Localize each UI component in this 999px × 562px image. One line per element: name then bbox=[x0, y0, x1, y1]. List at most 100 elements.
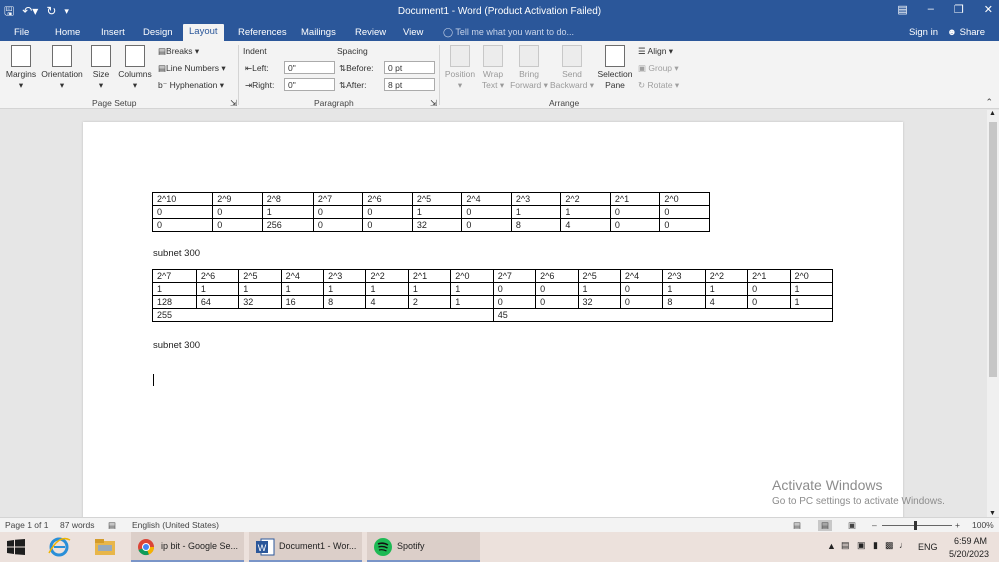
indent-left-input[interactable]: 0" bbox=[284, 61, 335, 74]
close-icon[interactable]: ✕ bbox=[984, 3, 993, 16]
table-cell[interactable]: 0 bbox=[151, 205, 214, 219]
table-cell[interactable]: 2^8 bbox=[261, 192, 314, 206]
table-cell[interactable]: 2^2 bbox=[704, 269, 749, 283]
table-cell[interactable]: 2^0 bbox=[450, 269, 494, 283]
zoom-in-icon[interactable]: + bbox=[955, 520, 960, 530]
paragraph-subnet-2[interactable]: subnet 300 bbox=[153, 340, 200, 351]
table-cell[interactable]: 0 bbox=[492, 295, 537, 309]
rotate-button[interactable]: ↻ Rotate ▾ bbox=[638, 80, 679, 91]
table-cell[interactable]: 0 bbox=[461, 205, 512, 219]
document-page[interactable]: 2^10 2^9 2^8 2^7 2^6 2^5 2^4 2^3 2^2 2^1… bbox=[83, 122, 903, 517]
bring-forward-button[interactable]: Bring Forward ▾ bbox=[508, 45, 550, 91]
tab-layout[interactable]: Layout bbox=[183, 24, 224, 41]
table-cell[interactable]: 1 bbox=[789, 282, 834, 296]
breaks-button[interactable]: ▤Breaks ▾ bbox=[158, 46, 199, 57]
line-numbers-button[interactable]: ▤Line Numbers ▾ bbox=[158, 63, 226, 74]
table-cell[interactable]: 256 bbox=[261, 218, 314, 232]
table-cell[interactable]: 0 bbox=[212, 218, 263, 232]
table-cell[interactable]: 2^5 bbox=[577, 269, 621, 283]
table-cell[interactable]: 8 bbox=[662, 295, 706, 309]
table-cell[interactable]: 1 bbox=[238, 282, 282, 296]
table-cell[interactable]: 2^6 bbox=[535, 269, 579, 283]
table-cell[interactable]: 2^3 bbox=[323, 269, 367, 283]
paragraph-subnet-1[interactable]: subnet 300 bbox=[153, 248, 200, 259]
taskbar-spotify-button[interactable]: Spotify bbox=[367, 532, 480, 562]
table-cell[interactable]: 0 bbox=[747, 282, 791, 296]
table-cell[interactable]: 0 bbox=[609, 218, 661, 232]
share-button[interactable]: ☻ Share bbox=[947, 27, 985, 38]
table-cell[interactable]: 128 bbox=[152, 295, 197, 309]
scroll-down-icon[interactable]: ▼ bbox=[989, 510, 996, 517]
language-indicator[interactable]: English (United States) bbox=[132, 520, 219, 530]
table-cell[interactable]: 2^4 bbox=[280, 269, 325, 283]
table-cell[interactable]: 1 bbox=[450, 282, 494, 296]
page-setup-launcher-icon[interactable]: ⇲ bbox=[230, 98, 237, 109]
table-cell[interactable]: 0 bbox=[362, 205, 413, 219]
table-cell[interactable]: 2^3 bbox=[662, 269, 706, 283]
table-cell[interactable]: 0 bbox=[312, 205, 364, 219]
table-cell[interactable]: 1 bbox=[407, 282, 452, 296]
sign-in-link[interactable]: Sign in bbox=[909, 27, 938, 38]
input-language[interactable]: ENG bbox=[918, 542, 938, 552]
table-cell[interactable]: 1 bbox=[195, 282, 240, 296]
table-cell[interactable]: 2^7 bbox=[152, 269, 197, 283]
table-cell[interactable]: 0 bbox=[619, 295, 664, 309]
network-icon[interactable]: ▤ bbox=[841, 540, 850, 551]
table-cell[interactable]: 4 bbox=[560, 218, 611, 232]
wrap-text-button[interactable]: Wrap Text ▾ bbox=[478, 45, 508, 91]
table-cell[interactable]: 2^1 bbox=[407, 269, 452, 283]
table-cell[interactable]: 2^6 bbox=[195, 269, 240, 283]
page-count[interactable]: Page 1 of 1 bbox=[5, 520, 48, 530]
ribbon-display-options-icon[interactable]: ▤ bbox=[897, 3, 907, 16]
tab-insert[interactable]: Insert bbox=[101, 27, 125, 38]
word-count[interactable]: 87 words bbox=[60, 520, 95, 530]
tab-references[interactable]: References bbox=[238, 27, 287, 38]
table-cell[interactable]: 0 bbox=[212, 205, 263, 219]
size-button[interactable]: Size ▾ bbox=[90, 45, 112, 91]
table-cell[interactable]: 2^1 bbox=[609, 192, 661, 206]
table-cell[interactable]: 2^2 bbox=[365, 269, 409, 283]
paragraph-launcher-icon[interactable]: ⇲ bbox=[430, 98, 437, 109]
table-cell[interactable]: 2 bbox=[407, 295, 452, 309]
margins-button[interactable]: Margins ▾ bbox=[4, 45, 38, 91]
columns-button[interactable]: Columns ▾ bbox=[116, 45, 154, 91]
print-layout-icon[interactable]: ▤ bbox=[818, 520, 833, 531]
table-cell[interactable]: 0 bbox=[535, 295, 579, 309]
table-cell[interactable]: 2^7 bbox=[312, 192, 364, 206]
table-cell[interactable]: 0 bbox=[492, 282, 537, 296]
table-cell[interactable]: 1 bbox=[280, 282, 325, 296]
tell-me-search[interactable]: ◯ Tell me what you want to do... bbox=[443, 27, 574, 38]
vertical-scrollbar[interactable]: ▲ ▼ bbox=[987, 110, 999, 517]
collapse-ribbon-icon[interactable]: ⌃ bbox=[985, 97, 993, 108]
table-cell[interactable]: 0 bbox=[535, 282, 579, 296]
file-explorer-icon[interactable] bbox=[92, 532, 118, 562]
table-cell[interactable]: 1 bbox=[365, 282, 409, 296]
table-cell[interactable]: 32 bbox=[238, 295, 282, 309]
send-backward-button[interactable]: Send Backward ▾ bbox=[549, 45, 595, 91]
zoom-slider-thumb[interactable] bbox=[914, 521, 917, 530]
minimize-icon[interactable]: – bbox=[928, 3, 934, 16]
zoom-slider[interactable] bbox=[882, 525, 952, 526]
table-cell[interactable]: 16 bbox=[280, 295, 325, 309]
group-button[interactable]: ▣ Group ▾ bbox=[638, 63, 679, 74]
tab-mailings[interactable]: Mailings bbox=[301, 27, 336, 38]
powers-table[interactable]: 2^10 2^9 2^8 2^7 2^6 2^5 2^4 2^3 2^2 2^1… bbox=[151, 192, 710, 232]
table-cell[interactable]: 2^4 bbox=[461, 192, 512, 206]
table-cell[interactable]: 1 bbox=[261, 205, 314, 219]
tab-review[interactable]: Review bbox=[355, 27, 386, 38]
table-cell-sum-right[interactable]: 45 bbox=[492, 308, 834, 322]
spacing-before-input[interactable]: 0 pt bbox=[384, 61, 435, 74]
position-button[interactable]: Position ▾ bbox=[443, 45, 477, 91]
table-cell[interactable]: 0 bbox=[659, 205, 710, 219]
signal-icon[interactable]: ▩ bbox=[885, 540, 894, 551]
scrollbar-thumb[interactable] bbox=[989, 122, 997, 377]
table-cell[interactable]: 64 bbox=[195, 295, 240, 309]
table-cell[interactable]: 2^4 bbox=[619, 269, 664, 283]
spacing-after-input[interactable]: 8 pt bbox=[384, 78, 435, 91]
table-cell[interactable]: 0 bbox=[461, 218, 512, 232]
tab-design[interactable]: Design bbox=[143, 27, 173, 38]
taskbar-word-button[interactable]: W Document1 - Wor... bbox=[249, 532, 362, 562]
orientation-button[interactable]: Orientation ▾ bbox=[39, 45, 85, 91]
table-cell[interactable]: 1 bbox=[577, 282, 621, 296]
table-cell[interactable]: 4 bbox=[365, 295, 409, 309]
